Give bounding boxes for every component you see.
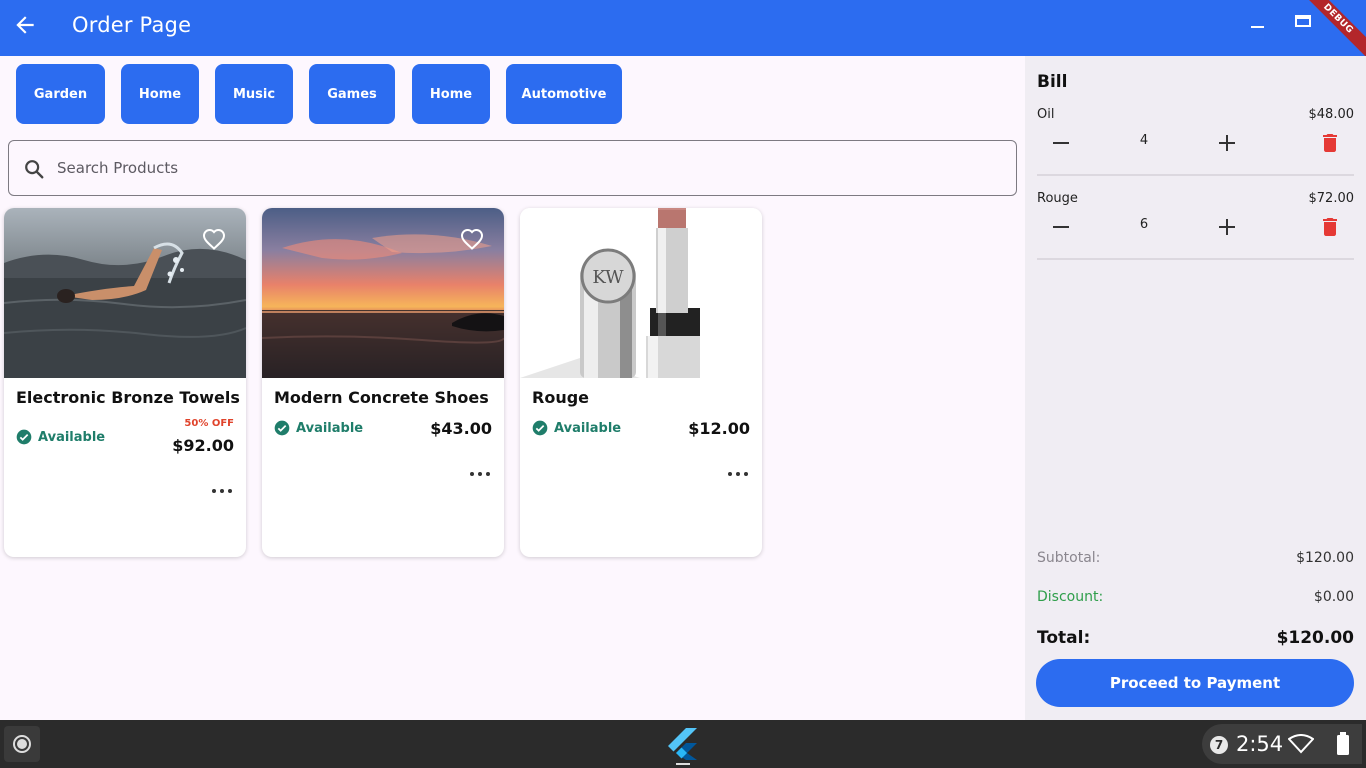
debug-banner: DEBUG	[1306, 0, 1366, 60]
product-card[interactable]: KW Rouge Available $12.00	[520, 208, 762, 557]
search-bar	[8, 140, 1017, 196]
check-circle-icon	[532, 420, 548, 436]
proceed-to-payment-button[interactable]: Proceed to Payment	[1036, 659, 1354, 707]
debug-label: DEBUG	[1306, 0, 1366, 60]
bill-item-name: Rouge	[1037, 191, 1078, 206]
bill-title: Bill	[1037, 72, 1068, 92]
active-app-indicator	[676, 763, 690, 765]
category-chip-automotive[interactable]: Automotive	[506, 64, 622, 124]
flutter-app-icon[interactable]	[668, 728, 698, 760]
availability-status: Available	[16, 429, 105, 445]
more-options-icon[interactable]	[212, 486, 232, 496]
category-chip-games[interactable]: Games	[309, 64, 395, 124]
category-chip-home-2[interactable]: Home	[412, 64, 490, 124]
favorite-heart-icon[interactable]	[202, 228, 226, 252]
availability-label: Available	[38, 429, 106, 445]
availability-status: Available	[274, 420, 363, 436]
product-name: Rouge	[532, 388, 590, 407]
wifi-icon	[1287, 734, 1315, 754]
total-value: $120.00	[1276, 628, 1354, 648]
category-chip-music[interactable]: Music	[215, 64, 293, 124]
increase-quantity-icon[interactable]	[1215, 131, 1239, 155]
battery-icon	[1336, 732, 1350, 756]
svg-text:KW: KW	[592, 267, 624, 288]
product-price: $92.00	[172, 436, 234, 455]
quantity-value: 4	[1139, 133, 1149, 148]
increase-quantity-icon[interactable]	[1215, 215, 1239, 239]
product-image-lipstick: KW	[520, 208, 762, 378]
product-name: Modern Concrete Shoes	[274, 388, 489, 407]
bill-item: Oil $48.00 4	[1037, 107, 1354, 191]
divider	[1037, 258, 1354, 260]
category-chip-garden[interactable]: Garden	[16, 64, 105, 124]
search-icon	[23, 158, 45, 180]
decrease-quantity-icon[interactable]	[1049, 131, 1073, 155]
notification-badge: 7	[1210, 736, 1228, 754]
divider	[1037, 174, 1354, 176]
back-arrow-icon[interactable]	[8, 8, 42, 42]
clock: 2:54	[1236, 732, 1284, 756]
availability-label: Available	[554, 420, 622, 436]
discount-value: $0.00	[1313, 589, 1354, 605]
taskbar: 7 2:54	[0, 720, 1366, 768]
app-bar: Order Page DEBUG	[0, 0, 1366, 60]
subtotal-label: Subtotal:	[1037, 550, 1101, 566]
bill-item-price: $72.00	[1308, 191, 1355, 206]
category-chip-home[interactable]: Home	[121, 64, 199, 124]
availability-status: Available	[532, 420, 621, 436]
check-circle-icon	[16, 429, 32, 445]
more-options-icon[interactable]	[470, 469, 490, 479]
bill-item-name: Oil	[1037, 107, 1055, 122]
product-card[interactable]: Electronic Bronze Towels Available 50% O…	[4, 208, 246, 557]
favorite-heart-icon[interactable]	[460, 228, 484, 252]
product-price: $12.00	[688, 419, 750, 438]
availability-label: Available	[296, 420, 364, 436]
page-title: Order Page	[72, 13, 192, 37]
bill-item-price: $48.00	[1308, 107, 1355, 122]
launcher-icon[interactable]	[4, 726, 40, 762]
decrease-quantity-icon[interactable]	[1049, 215, 1073, 239]
status-tray[interactable]: 7 2:54	[1202, 724, 1362, 764]
discount-label: Discount:	[1037, 589, 1104, 605]
check-circle-icon	[274, 420, 290, 436]
total-label: Total:	[1037, 628, 1091, 648]
delete-trash-icon[interactable]	[1318, 215, 1342, 239]
discount-badge: 50% OFF	[184, 418, 234, 429]
delete-trash-icon[interactable]	[1318, 131, 1342, 155]
subtotal-value: $120.00	[1296, 550, 1354, 566]
quantity-value: 6	[1139, 217, 1149, 232]
search-input[interactable]	[55, 151, 995, 185]
bill-item: Rouge $72.00 6	[1037, 191, 1354, 275]
bill-panel: Bill Oil $48.00 4 Rouge $72.00 6 Subtota…	[1025, 56, 1366, 720]
product-name: Electronic Bronze Towels	[16, 388, 240, 407]
product-card[interactable]: Modern Concrete Shoes Available $43.00	[262, 208, 504, 557]
more-options-icon[interactable]	[728, 469, 748, 479]
minimize-window-icon[interactable]	[1240, 10, 1274, 40]
product-price: $43.00	[430, 419, 492, 438]
